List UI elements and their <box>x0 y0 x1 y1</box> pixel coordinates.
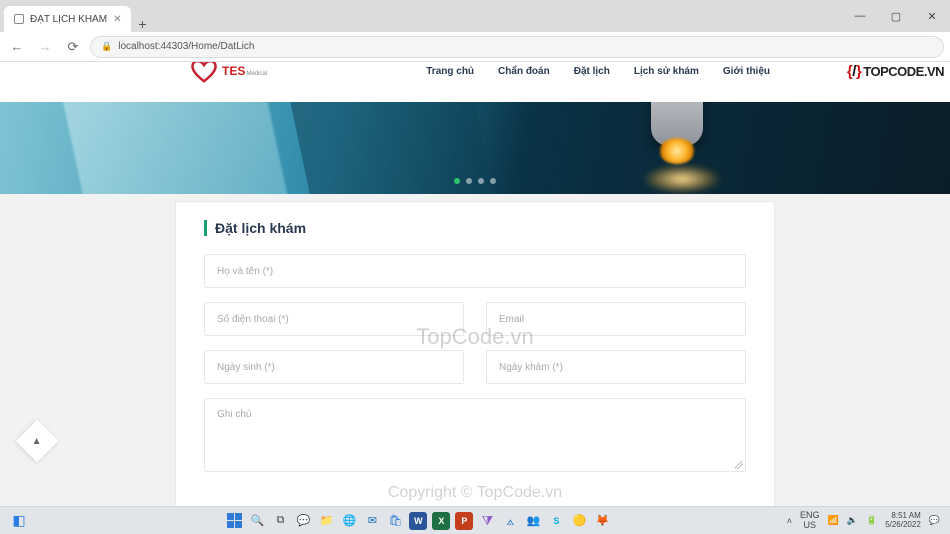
textarea-resize-handle[interactable] <box>735 461 743 469</box>
taskbar-widgets-icon[interactable]: ◧ <box>10 512 28 530</box>
tray-lang[interactable]: ENGUS <box>800 511 820 530</box>
tab-close-icon[interactable]: ✕ <box>113 14 121 25</box>
taskbar-excel-icon[interactable]: X <box>432 512 450 530</box>
taskbar-store-icon[interactable]: 🛍 <box>386 512 404 530</box>
lock-icon: 🔒 <box>101 41 112 52</box>
nav-forward-button[interactable]: → <box>34 36 56 58</box>
email-field[interactable]: Email <box>486 302 746 336</box>
main-nav: Trang chủ Chẩn đoán Đặt lịch Lịch sử khá… <box>426 66 770 77</box>
carousel-dots <box>454 178 496 184</box>
tray-notifications-icon[interactable]: 💬 <box>929 515 940 526</box>
window-minimize-button[interactable]: — <box>842 0 878 32</box>
site-header: TESMedical Trang chủ Chẩn đoán Đặt lịch … <box>0 62 950 102</box>
hero-reflection <box>642 164 722 194</box>
taskbar-ppt-icon[interactable]: P <box>455 512 473 530</box>
taskbar-chat-icon[interactable]: 💬 <box>294 512 312 530</box>
new-tab-button[interactable]: + <box>131 16 153 32</box>
fullname-placeholder: Họ và tên (*) <box>217 266 273 277</box>
appt-date-placeholder: Ngày khám (*) <box>499 362 563 373</box>
phone-field[interactable]: Số điện thoại (*) <box>204 302 464 336</box>
url-text: localhost:44303/Home/DatLich <box>118 41 254 52</box>
nav-reload-button[interactable]: ⟳ <box>62 36 84 58</box>
site-logo[interactable]: TESMedical <box>190 62 267 83</box>
taskbar-app-icon[interactable]: 🦊 <box>593 512 611 530</box>
taskbar-word-icon[interactable]: W <box>409 512 427 530</box>
nav-back-button[interactable]: ← <box>6 36 28 58</box>
taskbar-vscode-icon[interactable]: ⟑ <box>501 512 519 530</box>
chevron-up-icon: ▲ <box>32 436 42 447</box>
carousel-dot-3[interactable] <box>478 178 484 184</box>
phone-placeholder: Số điện thoại (*) <box>217 314 289 325</box>
windows-taskbar: ◧ 🔍 ⧉ 💬 📁 🌐 ✉ 🛍 W X P ⧩ ⟑ 👥 S 🟡 🦊 ˄ ENGU… <box>0 506 950 534</box>
tray-wifi-icon[interactable]: 📶 <box>828 515 839 526</box>
brand-sub: Medical <box>246 71 267 77</box>
dob-placeholder: Ngày sinh (*) <box>217 362 275 373</box>
start-button[interactable] <box>225 512 243 530</box>
taskbar-mail-icon[interactable]: ✉ <box>363 512 381 530</box>
hero-lens-graphic <box>651 102 703 146</box>
nav-about[interactable]: Giới thiệu <box>723 66 770 77</box>
taskbar-tray: ˄ ENGUS 📶 🔈 🔋 8:51 AM5/26/2022 💬 <box>787 511 940 530</box>
heart-icon <box>190 62 218 83</box>
notes-field[interactable]: Ghi chú <box>204 398 746 472</box>
taskbar-explorer-icon[interactable]: 📁 <box>317 512 335 530</box>
taskbar-edge-icon[interactable]: 🌐 <box>340 512 358 530</box>
appt-date-field[interactable]: Ngày khám (*) <box>486 350 746 384</box>
taskbar-center: 🔍 ⧉ 💬 📁 🌐 ✉ 🛍 W X P ⧩ ⟑ 👥 S 🟡 🦊 <box>225 512 611 530</box>
window-close-button[interactable]: ✕ <box>914 0 950 32</box>
taskbar-skype-icon[interactable]: S <box>547 512 565 530</box>
carousel-dot-1[interactable] <box>454 178 460 184</box>
taskbar-chrome-icon[interactable]: 🟡 <box>570 512 588 530</box>
nav-history[interactable]: Lịch sử khám <box>634 66 699 77</box>
fullname-field[interactable]: Họ và tên (*) <box>204 254 746 288</box>
browser-tab-strip: ĐẶT LỊCH KHÁM ✕ + — ▢ ✕ <box>0 0 950 32</box>
brand-text: TES <box>222 64 245 78</box>
taskbar-teams-icon[interactable]: 👥 <box>524 512 542 530</box>
email-placeholder: Email <box>499 314 524 325</box>
nav-booking[interactable]: Đặt lịch <box>574 66 610 77</box>
notes-placeholder: Ghi chú <box>217 409 251 420</box>
url-field[interactable]: 🔒 localhost:44303/Home/DatLich <box>90 36 944 58</box>
nav-home[interactable]: Trang chủ <box>426 66 474 77</box>
browser-tab-active[interactable]: ĐẶT LỊCH KHÁM ✕ <box>4 6 131 32</box>
taskbar-taskview-icon[interactable]: ⧉ <box>271 512 289 530</box>
page-viewport: {/} TOPCODE.VN TopCode.vn Copyright © To… <box>0 62 950 506</box>
booking-card: Đặt lịch khám Họ và tên (*) Số điện thoạ… <box>176 202 774 506</box>
browser-address-bar: ← → ⟳ 🔒 localhost:44303/Home/DatLich <box>0 32 950 62</box>
tray-chevron-up-icon[interactable]: ˄ <box>787 516 792 526</box>
hero-banner <box>0 102 950 194</box>
carousel-dot-4[interactable] <box>490 178 496 184</box>
nav-diagnose[interactable]: Chẩn đoán <box>498 66 550 77</box>
tab-title: ĐẶT LỊCH KHÁM <box>30 14 107 25</box>
tray-clock[interactable]: 8:51 AM5/26/2022 <box>885 512 921 529</box>
taskbar-vs-icon[interactable]: ⧩ <box>478 512 496 530</box>
tray-battery-icon[interactable]: 🔋 <box>866 515 877 526</box>
tab-favicon <box>14 14 24 24</box>
dob-field[interactable]: Ngày sinh (*) <box>204 350 464 384</box>
scroll-to-top-button[interactable]: ▲ <box>16 420 58 462</box>
window-maximize-button[interactable]: ▢ <box>878 0 914 32</box>
taskbar-search-icon[interactable]: 🔍 <box>248 512 266 530</box>
form-heading: Đặt lịch khám <box>204 220 746 236</box>
tray-volume-icon[interactable]: 🔈 <box>847 515 858 526</box>
carousel-dot-2[interactable] <box>466 178 472 184</box>
